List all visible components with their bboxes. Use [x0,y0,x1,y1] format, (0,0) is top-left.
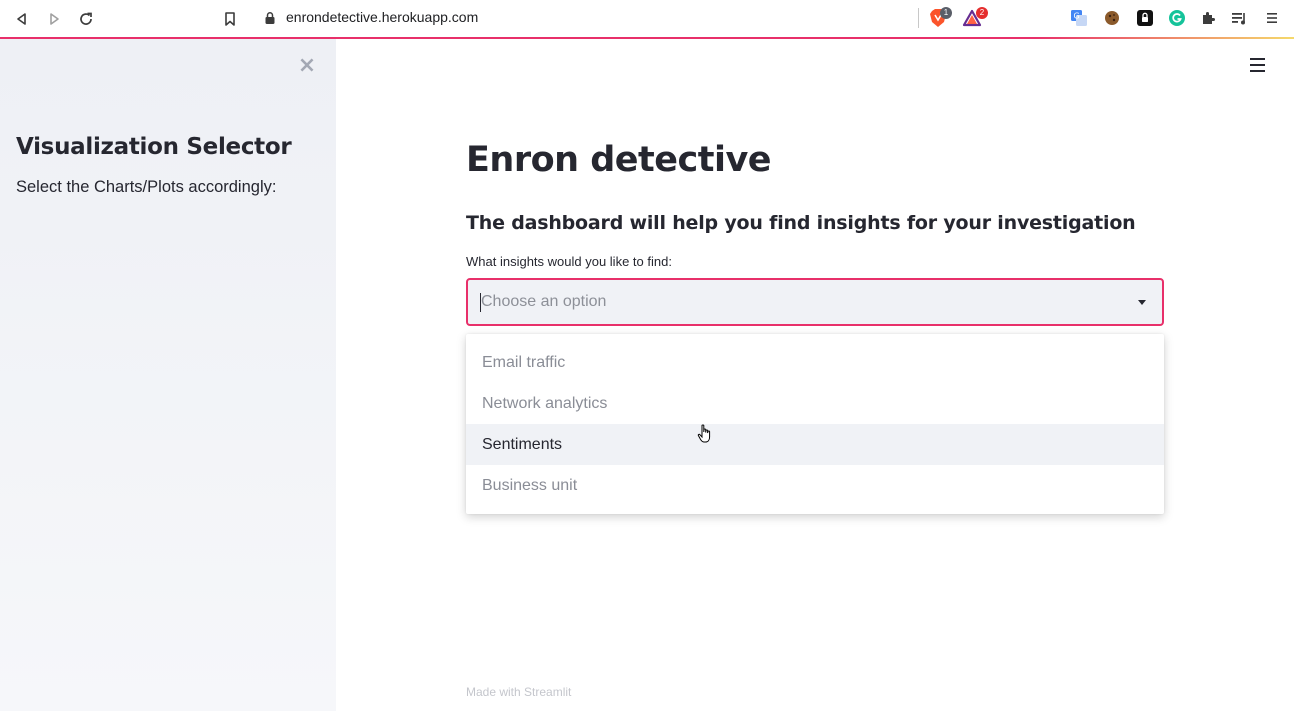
page-subtitle: The dashboard will help you find insight… [466,212,1136,234]
bookmark-icon [225,12,235,26]
svg-text:G: G [1074,12,1080,21]
rewards-badge: 2 [976,7,988,19]
media-control-button[interactable] [1230,8,1250,28]
chevron-down-icon[interactable] [1138,300,1146,305]
sidebar-close-icon[interactable]: × [296,55,318,77]
page-title: Enron detective [466,140,772,180]
app-menu-button[interactable] [1250,58,1266,74]
forward-icon [50,13,59,25]
padlock-icon [1137,10,1153,26]
address-bar[interactable]: enrondetective.herokuapp.com [252,5,992,31]
browser-menu-button[interactable] [1262,8,1282,28]
url-text: enrondetective.herokuapp.com [286,9,479,25]
select-placeholder: Choose an option [481,293,607,310]
option-business-unit[interactable]: Business unit [466,465,1164,506]
lock-extension[interactable] [1135,8,1155,28]
extensions-button[interactable] [1199,8,1219,28]
footer-made-with[interactable]: Made with Streamlit [466,685,571,699]
sidebar-subtitle: Select the Charts/Plots accordingly: [16,178,277,196]
menu-lines-icon [1267,13,1277,23]
forward-button[interactable] [42,7,66,31]
cookie-extension[interactable] [1102,8,1122,28]
lock-icon [265,12,275,24]
reload-icon [80,12,92,25]
hamburger-icon [1250,58,1265,60]
puzzle-icon [1203,12,1215,24]
select-label: What insights would you like to find: [466,254,672,269]
option-email-traffic[interactable]: Email traffic [466,342,1164,383]
brave-shields-button[interactable]: 1 [928,7,952,28]
back-button[interactable] [10,7,34,31]
sidebar-title: Visualization Selector [16,134,292,160]
playlist-icon [1232,13,1245,25]
hand-cursor-icon [697,424,711,443]
address-divider [918,8,919,28]
option-network-analytics[interactable]: Network analytics [466,383,1164,424]
translate-icon: G [1071,10,1087,26]
select-dropdown-menu: Email traffic Network analytics Sentimen… [466,334,1164,514]
hamburger-line [1250,64,1265,66]
reload-button[interactable] [74,7,98,31]
translate-extension[interactable]: G [1069,8,1089,28]
grammarly-icon [1169,10,1185,26]
bookmark-button[interactable] [218,7,242,31]
cookie-icon [1105,11,1119,25]
insights-select[interactable]: Choose an option [466,278,1164,326]
sidebar: × Visualization Selector Select the Char… [0,39,336,711]
brave-rewards-button[interactable]: 2 [962,7,988,28]
back-icon [17,13,26,25]
hamburger-line [1250,70,1265,72]
browser-toolbar: enrondetective.herokuapp.com 1 2 G [0,0,1294,38]
brave-badge: 1 [940,7,952,19]
option-sentiments[interactable]: Sentiments [466,424,1164,465]
grammarly-extension[interactable] [1167,8,1187,28]
